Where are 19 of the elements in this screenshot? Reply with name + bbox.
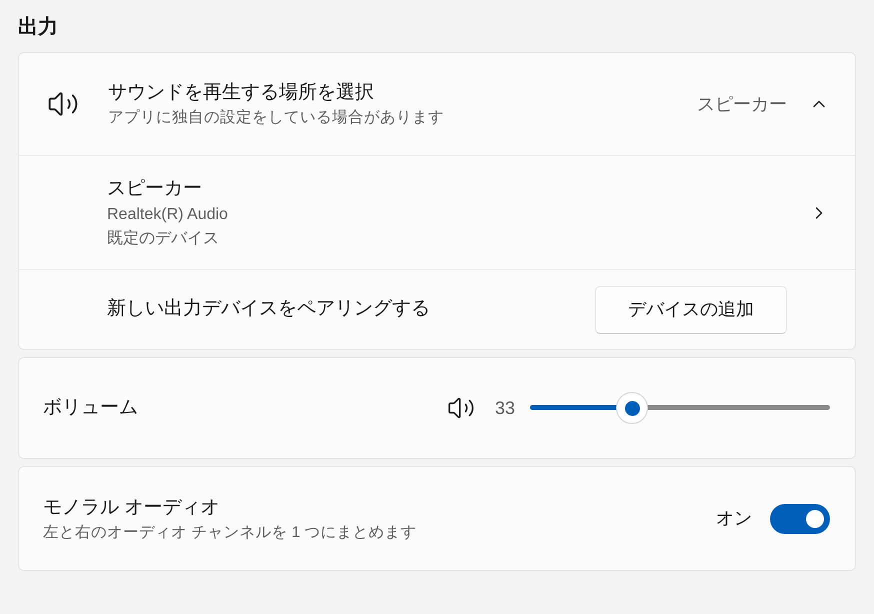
selected-device-label: スピーカー bbox=[697, 92, 787, 116]
slider-thumb[interactable] bbox=[616, 392, 648, 424]
add-device-button[interactable]: デバイスの追加 bbox=[595, 286, 787, 334]
header-subtitle: アプリに独自の設定をしている場合があります bbox=[108, 108, 444, 128]
device-detail: Realtek(R) Audio bbox=[107, 204, 228, 224]
header-title: サウンドを再生する場所を選択 bbox=[108, 81, 374, 105]
pair-device-label: 新しい出力デバイスをペアリングする bbox=[107, 297, 430, 322]
section-title: 出力 bbox=[18, 15, 58, 40]
mono-audio-title: モノラル オーディオ bbox=[43, 496, 220, 520]
volume-slider[interactable] bbox=[530, 392, 830, 424]
device-name: スピーカー bbox=[107, 176, 202, 200]
device-detail: 既定のデバイス bbox=[107, 228, 219, 248]
device-row[interactable]: スピーカー Realtek(R) Audio 既定のデバイス bbox=[19, 155, 855, 269]
volume-label: ボリューム bbox=[43, 396, 138, 420]
output-device-header[interactable]: サウンドを再生する場所を選択 アプリに独自の設定をしている場合があります スピーカー bbox=[19, 53, 855, 155]
volume-reading: 33 bbox=[495, 396, 516, 420]
mono-audio-subtitle: 左と右のオーディオ チャンネルを 1 つにまとめます bbox=[43, 522, 417, 542]
mono-audio-toggle[interactable] bbox=[770, 504, 830, 534]
toggle-state-label: オン bbox=[716, 507, 752, 530]
